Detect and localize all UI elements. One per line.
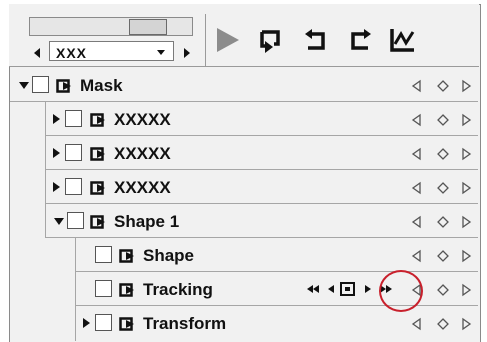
keyframe-nav-icon[interactable]	[410, 180, 476, 196]
keyframe-nav-icon[interactable]	[410, 146, 476, 162]
layer-combo[interactable]: XXX	[49, 41, 174, 61]
layer-row-xxxxx-1[interactable]: XXXXX	[45, 102, 478, 136]
nav-right-icon[interactable]	[181, 45, 193, 61]
expand-down-icon[interactable]	[18, 78, 30, 92]
layer-checkbox[interactable]	[65, 178, 82, 195]
layer-checkbox[interactable]	[65, 110, 82, 127]
keyframe-nav-icon[interactable]	[410, 316, 476, 332]
toolbar: XXX	[9, 4, 479, 67]
layer-icon	[119, 249, 134, 263]
play-icon[interactable]	[212, 26, 242, 54]
layer-checkbox[interactable]	[32, 76, 49, 93]
keyframe-nav-icon[interactable]	[410, 78, 476, 94]
tree-guide	[75, 238, 76, 341]
chevron-down-icon	[157, 50, 165, 55]
layer-icon	[90, 181, 105, 195]
layer-label: XXXXX	[114, 110, 171, 129]
track-backward-all-icon[interactable]	[305, 280, 325, 298]
layer-label: XXXXX	[114, 144, 171, 163]
expand-down-icon[interactable]	[53, 214, 65, 228]
layer-label: Shape	[143, 246, 195, 265]
layer-checkbox[interactable]	[65, 144, 82, 161]
expand-right-icon[interactable]	[50, 146, 62, 160]
track-backward-icon[interactable]	[325, 280, 337, 298]
layer-icon	[90, 113, 105, 127]
layer-label: XXXXX	[114, 178, 171, 197]
return-icon[interactable]	[301, 26, 331, 54]
nav-left-icon[interactable]	[31, 45, 43, 61]
tree-guide	[45, 102, 46, 238]
layer-row-transform[interactable]: Transform	[75, 306, 478, 340]
layer-icon	[90, 147, 105, 161]
layer-checkbox[interactable]	[95, 246, 112, 263]
loop-icon[interactable]	[255, 26, 285, 54]
layer-row-xxxxx-2[interactable]: XXXXX	[45, 136, 478, 170]
track-forward-icon[interactable]	[362, 280, 374, 298]
layer-row-mask[interactable]: Mask	[10, 68, 478, 102]
layer-icon	[119, 283, 134, 297]
expand-right-icon[interactable]	[50, 112, 62, 126]
layer-row-shape-1[interactable]: Shape 1	[45, 204, 478, 238]
combo-value: XXX	[56, 45, 88, 61]
layer-checkbox[interactable]	[95, 314, 112, 331]
slider-thumb[interactable]	[129, 19, 167, 35]
expand-right-icon[interactable]	[80, 316, 92, 330]
forward-icon[interactable]	[345, 26, 375, 54]
layer-label: Shape 1	[114, 212, 180, 231]
keyframe-nav-icon[interactable]	[410, 112, 476, 128]
keyframe-nav-icon[interactable]	[410, 214, 476, 230]
layer-icon	[56, 79, 71, 93]
layer-icon	[119, 317, 134, 331]
expand-right-icon[interactable]	[50, 180, 62, 194]
layer-label: Mask	[80, 76, 123, 95]
track-target-icon[interactable]	[339, 280, 357, 298]
keyframe-nav-icon[interactable]	[410, 248, 476, 264]
layer-row-xxxxx-3[interactable]: XXXXX	[45, 170, 478, 204]
layer-checkbox[interactable]	[67, 212, 84, 229]
graph-icon[interactable]	[387, 26, 417, 54]
layer-row-shape[interactable]: Shape	[75, 238, 478, 272]
highlight-circle	[379, 270, 423, 312]
layer-checkbox[interactable]	[95, 280, 112, 297]
layer-label: Transform	[143, 314, 227, 333]
layer-label: Tracking	[143, 280, 213, 299]
timeline-slider[interactable]	[29, 17, 193, 36]
toolbar-divider	[205, 14, 206, 66]
layer-icon	[90, 215, 105, 229]
